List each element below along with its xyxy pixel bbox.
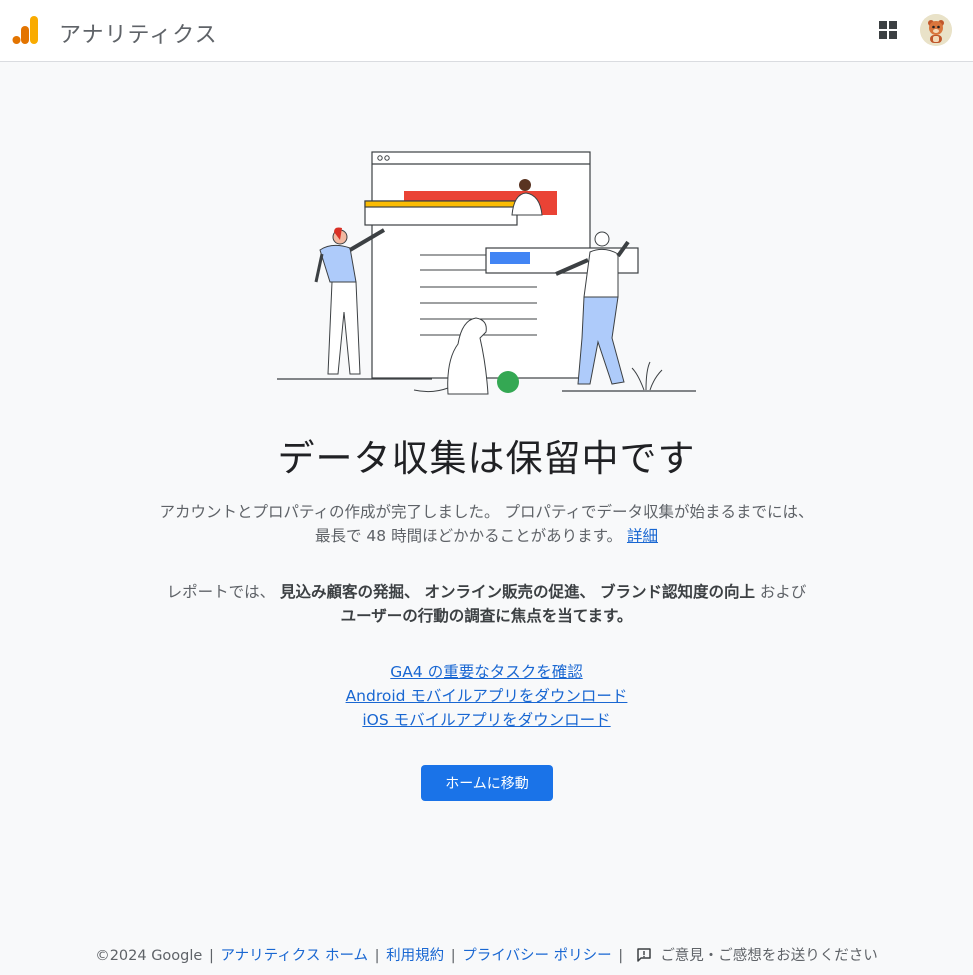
focus-brand-awareness: ブランド認知度の向上 bbox=[599, 583, 755, 601]
send-feedback-link[interactable]: ご意見・ご感想をお送りください bbox=[660, 948, 878, 964]
android-app-download-link[interactable]: Android モバイルアプリをダウンロード bbox=[346, 687, 628, 705]
feedback-icon[interactable] bbox=[636, 947, 652, 963]
footer-privacy-link[interactable]: プライバシー ポリシー bbox=[462, 948, 611, 964]
analytics-logo-icon[interactable] bbox=[12, 15, 40, 45]
footer: ©2024 Google | アナリティクス ホーム | 利用規約 | プライバ… bbox=[0, 944, 973, 965]
app-title: アナリティクス bbox=[59, 23, 218, 48]
focus-online-sales: オンライン販売の促進、 bbox=[424, 583, 595, 601]
focus-conjunction: および bbox=[759, 583, 807, 601]
footer-separator: | bbox=[450, 948, 456, 964]
focus-line-1: レポートでは、 見込み顧客の発掘、 オンライン販売の促進、 ブランド認知度の向上… bbox=[140, 580, 833, 604]
footer-terms-link[interactable]: 利用規約 bbox=[386, 948, 444, 964]
focus-user-behavior: ユーザーの行動の調査に焦点を当てます。 bbox=[340, 607, 633, 625]
top-app-bar: アナリティクス bbox=[0, 0, 973, 62]
report-focus-message: レポートでは、 見込み顧客の発掘、 オンライン販売の促進、 ブランド認知度の向上… bbox=[140, 580, 833, 628]
focus-prefix: レポートでは、 bbox=[166, 583, 276, 601]
go-home-button[interactable]: ホームに移動 bbox=[421, 765, 553, 801]
ios-app-download-link[interactable]: iOS モバイルアプリをダウンロード bbox=[362, 711, 610, 729]
focus-lead-generation: 見込み顧客の発掘、 bbox=[280, 583, 420, 601]
footer-separator: | bbox=[618, 948, 624, 964]
footer-analytics-home-link[interactable]: アナリティクス ホーム bbox=[220, 948, 368, 964]
footer-separator: | bbox=[208, 948, 214, 964]
user-avatar[interactable] bbox=[920, 14, 952, 46]
message-line-2-text: 最長で 48 時間ほどかかることがあります。 bbox=[315, 527, 623, 545]
setup-complete-message: アカウントとプロパティの作成が完了しました。 プロパティでデータ収集が始まるまで… bbox=[140, 500, 833, 548]
message-line-2: 最長で 48 時間ほどかかることがあります。 詳細 bbox=[140, 524, 833, 548]
data-pending-illustration bbox=[277, 151, 696, 395]
focus-line-2: ユーザーの行動の調査に焦点を当てます。 bbox=[140, 604, 833, 628]
copyright: ©2024 Google bbox=[95, 948, 203, 964]
details-link[interactable]: 詳細 bbox=[627, 527, 658, 545]
page-heading: データ収集は保留中です bbox=[277, 437, 696, 480]
message-line-1: アカウントとプロパティの作成が完了しました。 プロパティでデータ収集が始まるまで… bbox=[159, 503, 814, 521]
ga4-key-tasks-link[interactable]: GA4 の重要なタスクを確認 bbox=[390, 663, 582, 681]
footer-separator: | bbox=[374, 948, 380, 964]
resource-links: GA4 の重要なタスクを確認 Android モバイルアプリをダウンロード iO… bbox=[0, 660, 973, 732]
user-avatar-icon bbox=[920, 14, 952, 46]
apps-grid-icon[interactable] bbox=[876, 18, 900, 42]
